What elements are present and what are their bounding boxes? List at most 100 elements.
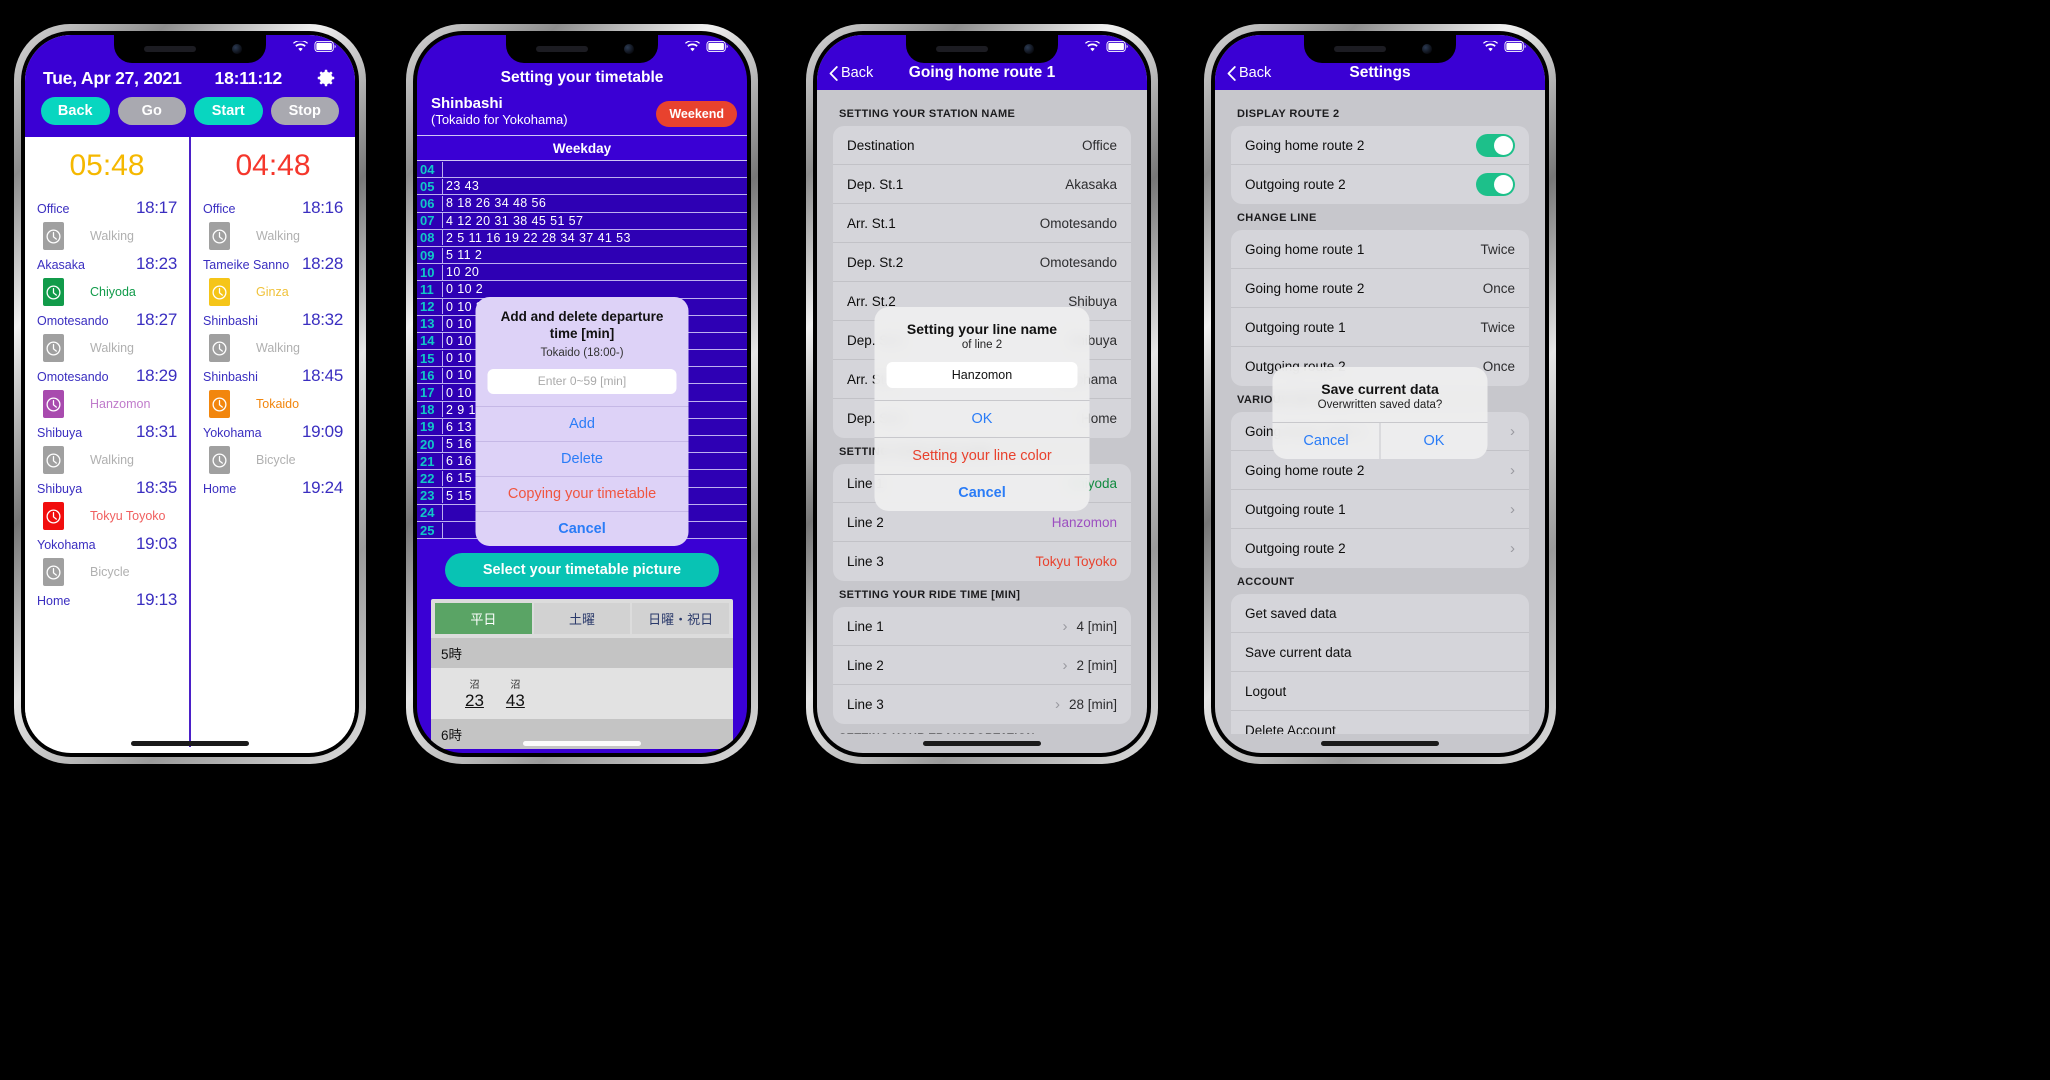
- stop-name: Home: [203, 482, 237, 496]
- timetable-row[interactable]: 06 8 18 26 34 48 56: [417, 195, 747, 213]
- clock-icon: [43, 446, 64, 474]
- timetable-row[interactable]: 05 23 43: [417, 178, 747, 196]
- home-indicator[interactable]: [1321, 741, 1439, 746]
- settings-row[interactable]: Destination Office: [833, 126, 1131, 165]
- line-name-input[interactable]: [886, 362, 1078, 388]
- chevron-right-icon: ›: [1510, 540, 1515, 557]
- cancel-action[interactable]: Cancel: [874, 474, 1090, 511]
- dialog-buttons: Cancel OK: [1272, 422, 1488, 459]
- back-button[interactable]: Back: [41, 97, 110, 125]
- settings-row-accessory: Twice: [1480, 242, 1515, 257]
- gear-icon[interactable]: [315, 67, 337, 89]
- settings-row[interactable]: Line 1 › 4 [min]: [833, 607, 1131, 646]
- stop-name: Office: [203, 202, 236, 216]
- timetable-picture[interactable]: 平日 土曜 日曜・祝日 5時 沼 23 沼 43 6時: [431, 599, 733, 750]
- setting-line-color-action[interactable]: Setting your line color: [874, 437, 1090, 474]
- clock-icon: [43, 558, 64, 586]
- settings-row-accessory: ›: [1502, 540, 1515, 557]
- countdown-right: 04:48: [235, 149, 311, 182]
- timetable-row[interactable]: 11 0 10 2: [417, 281, 747, 299]
- settings-row[interactable]: Going home route 1 Twice: [1231, 230, 1529, 269]
- picture-tab-weekday[interactable]: 平日: [435, 603, 532, 635]
- settings-row[interactable]: Dep. St.1 Akasaka: [833, 165, 1131, 204]
- settings-row[interactable]: Outgoing route 1 ›: [1231, 490, 1529, 529]
- timetable-hour: 11: [417, 281, 443, 297]
- home-indicator[interactable]: [923, 741, 1041, 746]
- back-button[interactable]: Back: [829, 65, 873, 81]
- settings-row[interactable]: Line 3 › 28 [min]: [833, 685, 1131, 724]
- timetable-row[interactable]: 09 5 11 2: [417, 246, 747, 265]
- settings-row-label: Delete Account: [1245, 723, 1336, 734]
- section-header: SETTING YOUR STATION NAME: [839, 108, 1016, 120]
- timetable-header: Weekday: [417, 136, 747, 161]
- route-transport-leg: Ginza: [201, 275, 345, 309]
- stop-time: 18:45: [301, 366, 343, 385]
- delete-action[interactable]: Delete: [475, 440, 689, 476]
- home-indicator[interactable]: [523, 741, 641, 746]
- ok-action[interactable]: OK: [874, 400, 1090, 437]
- copy-timetable-action[interactable]: Copying your timetable: [475, 475, 689, 511]
- ok-action[interactable]: OK: [1379, 423, 1488, 459]
- route-transport-leg: Walking: [201, 219, 345, 253]
- timetable-minutes: 5 11 2: [446, 248, 483, 263]
- cancel-action[interactable]: Cancel: [1273, 423, 1380, 459]
- settings-row-label: Line 2: [847, 657, 884, 673]
- stop-name: Yokohama: [203, 426, 262, 440]
- settings-row[interactable]: Outgoing route 2: [1231, 165, 1529, 204]
- timetable-hour: 17: [417, 385, 443, 401]
- settings-row-value: Twice: [1480, 241, 1515, 257]
- settings-row[interactable]: Outgoing route 2 ›: [1231, 529, 1529, 568]
- settings-row[interactable]: Get saved data: [1231, 594, 1529, 633]
- timetable-row[interactable]: 08 2 5 11 16 19 22 28 34 37 41 53: [417, 229, 747, 247]
- picture-tab-sunday[interactable]: 日曜・祝日: [632, 603, 730, 635]
- chevron-right-icon: ›: [1062, 617, 1068, 635]
- settings-row[interactable]: Arr. St.1 Omotesando: [833, 204, 1131, 243]
- minute-input[interactable]: [487, 368, 677, 394]
- select-timetable-picture-button[interactable]: Select your timetable picture: [445, 553, 719, 588]
- route-stop: Yokohama 19:03: [35, 533, 179, 555]
- add-action[interactable]: Add: [475, 405, 689, 441]
- notch: [114, 35, 266, 63]
- stop-time: 19:24: [301, 478, 343, 497]
- picture-tab-saturday[interactable]: 土曜: [533, 603, 631, 635]
- settings-row[interactable]: Logout: [1231, 672, 1529, 711]
- route-stop: Omotesando 18:27: [35, 309, 179, 331]
- notch: [506, 35, 658, 63]
- settings-row[interactable]: Save current data: [1231, 633, 1529, 672]
- weekend-toggle-button[interactable]: Weekend: [656, 101, 737, 127]
- stop-time: 18:27: [135, 310, 177, 329]
- toggle-switch[interactable]: [1476, 133, 1515, 157]
- toggle-switch[interactable]: [1476, 173, 1515, 196]
- settings-row-label: Line 3: [847, 697, 884, 712]
- clock-icon: [43, 278, 64, 306]
- start-button[interactable]: Start: [194, 97, 263, 125]
- back-button[interactable]: Back: [1227, 65, 1271, 81]
- go-button[interactable]: Go: [117, 97, 186, 125]
- clock-icon: [43, 222, 64, 250]
- cancel-action[interactable]: Cancel: [475, 510, 689, 546]
- phone-3-screen: Back Going home route 1 SETTING YOUR STA…: [817, 35, 1147, 753]
- route-column-left: 05:48 Office 18:17 Walking Akasaka 18:23 Chiy…: [25, 137, 191, 747]
- settings-row[interactable]: Outgoing route 1 Twice: [1231, 308, 1529, 347]
- timetable-hour: 13: [417, 316, 443, 332]
- settings-row[interactable]: Going home route 2 Once: [1231, 269, 1529, 308]
- timetable-row[interactable]: 07 4 12 20 31 38 45 51 57: [417, 212, 747, 230]
- timetable-row[interactable]: 10 10 20: [417, 264, 747, 282]
- phone-3-bezel: Back Going home route 1 SETTING YOUR STA…: [813, 31, 1151, 757]
- battery-icon: [706, 41, 729, 52]
- status-bar: [1085, 41, 1129, 52]
- notch: [906, 35, 1058, 63]
- timetable-minutes: 2 5 11 16 19 22 28 34 37 41 53: [446, 230, 631, 245]
- timetable-row[interactable]: 04: [417, 161, 747, 179]
- timetable-hour: 04: [417, 161, 443, 177]
- stop-button[interactable]: Stop: [270, 97, 339, 125]
- home-indicator[interactable]: [131, 741, 249, 746]
- settings-row-label: Outgoing route 2: [1245, 541, 1346, 556]
- transport-label: Walking: [90, 341, 134, 355]
- settings-row[interactable]: Line 2 › 2 [min]: [833, 646, 1131, 685]
- settings-row[interactable]: Dep. St.2 Omotesando: [833, 243, 1131, 282]
- settings-row[interactable]: Going home route 2: [1231, 126, 1529, 165]
- settings-row[interactable]: Delete Account: [1231, 711, 1529, 734]
- settings-row[interactable]: Line 3 Tokyu Toyoko: [833, 542, 1131, 581]
- phone-4-screen: Back Settings DISPLAY ROUTE 2 Going home …: [1215, 35, 1545, 753]
